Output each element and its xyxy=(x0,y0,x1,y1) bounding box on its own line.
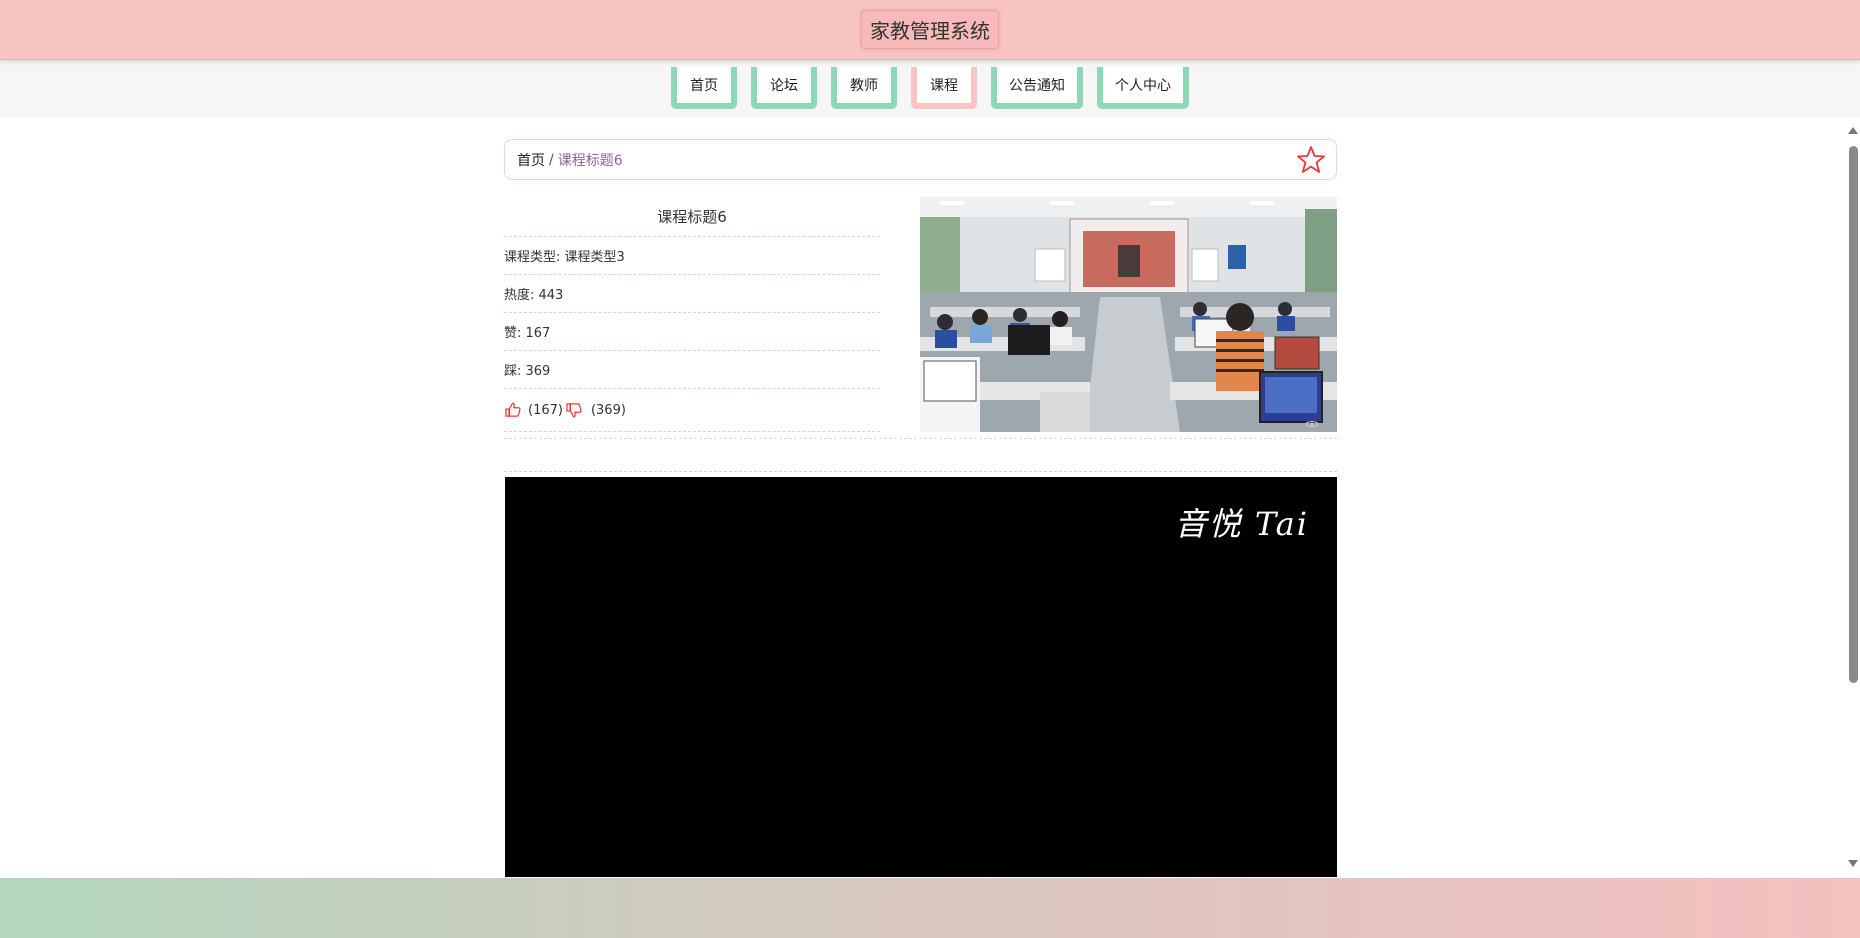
scroll-down-arrow-icon[interactable] xyxy=(1848,860,1858,867)
video-watermark: 音悦 Tai xyxy=(1174,505,1309,543)
scrollbar-thumb[interactable] xyxy=(1849,146,1858,683)
course-heat-row: 热度: 443 xyxy=(504,275,880,313)
course-dislike-row: 踩: 369 xyxy=(504,351,880,389)
star-outline-icon[interactable] xyxy=(1296,145,1326,175)
nav-item-personal-center[interactable]: 个人中心 xyxy=(1097,67,1189,109)
course-type-row: 课程类型: 课程类型3 xyxy=(504,237,880,275)
thumbs-down-icon[interactable] xyxy=(565,401,583,419)
section-divider xyxy=(504,471,1337,472)
vote-row: (167) (369) xyxy=(504,389,880,432)
course-detail: 课程标题6 课程类型: 课程类型3 热度: 443 赞: 167 踩: 369 … xyxy=(504,180,1337,438)
image-indicator-icon[interactable] xyxy=(1305,420,1319,428)
like-count: (167) xyxy=(528,402,563,418)
nav-item-label: 论坛 xyxy=(757,67,811,103)
nav-item-teachers[interactable]: 教师 xyxy=(831,67,897,109)
breadcrumb-home-link[interactable]: 首页 xyxy=(517,150,545,170)
course-title: 课程标题6 xyxy=(504,197,880,237)
nav-item-home[interactable]: 首页 xyxy=(671,67,737,109)
nav-item-label: 课程 xyxy=(917,67,971,103)
scroll-up-arrow-icon[interactable] xyxy=(1848,127,1858,134)
nav-item-forum[interactable]: 论坛 xyxy=(751,67,817,109)
main-nav: 首页 论坛 教师 课程 公告通知 个人中心 xyxy=(0,60,1860,117)
nav-item-label: 个人中心 xyxy=(1103,67,1183,103)
course-cover-image xyxy=(920,197,1337,432)
nav-item-announcements[interactable]: 公告通知 xyxy=(991,67,1083,109)
dislike-count: (369) xyxy=(590,402,626,418)
nav-item-label: 教师 xyxy=(837,67,891,103)
course-video-player[interactable]: 音悦 Tai xyxy=(505,477,1337,877)
course-like-row: 赞: 167 xyxy=(504,313,880,351)
site-title: 家教管理系统 xyxy=(861,10,999,49)
course-info-list: 课程标题6 课程类型: 课程类型3 热度: 443 赞: 167 踩: 369 … xyxy=(504,197,880,432)
footer-bar xyxy=(0,878,1860,938)
breadcrumb: 首页 / 课程标题6 xyxy=(504,139,1337,180)
main-content: 首页 / 课程标题6 课程标题6 课程类型: 课程类型3 热度: 443 赞: … xyxy=(504,139,1337,877)
nav-item-courses[interactable]: 课程 xyxy=(911,67,977,109)
breadcrumb-separator: / xyxy=(549,151,554,168)
nav-item-label: 公告通知 xyxy=(997,67,1077,103)
nav-item-label: 首页 xyxy=(677,67,731,103)
header-bar: 家教管理系统 xyxy=(0,0,1860,60)
thumbs-up-icon[interactable] xyxy=(504,401,522,419)
breadcrumb-current: 课程标题6 xyxy=(557,152,623,169)
